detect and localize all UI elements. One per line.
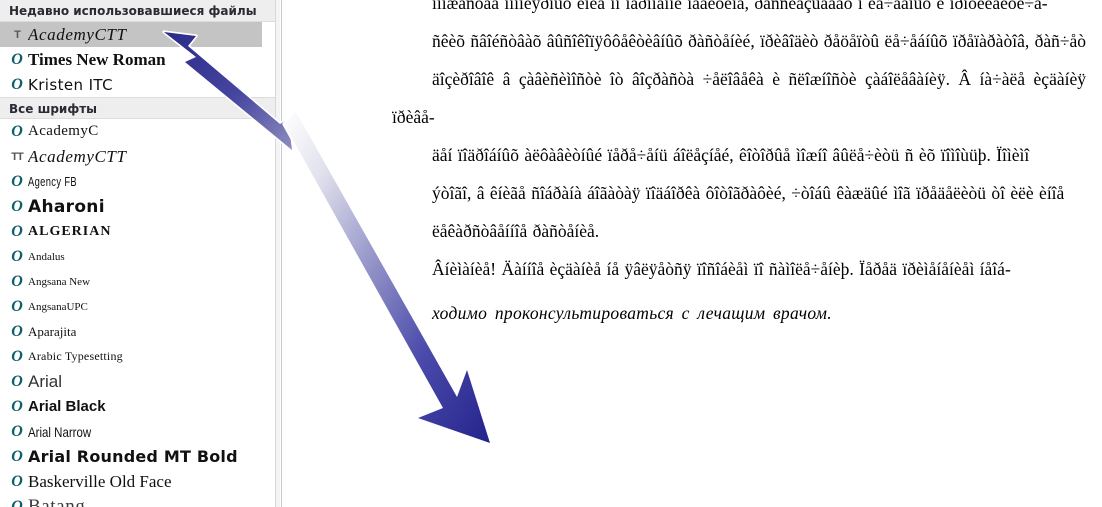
opentype-icon: O — [11, 397, 23, 415]
font-name-label: AcademyC — [28, 123, 99, 139]
document-paragraph: ñêèõ ñâîéñòâàõ âûñîêîïÿôôåêòèâíûõ ðàñòåí… — [432, 31, 1086, 51]
document-paragraph: äåí ïîäðîáíûõ àëôàâèòíûé ïåðå÷åíü áîëåçí… — [432, 145, 1030, 165]
opentype-icon: O — [11, 372, 23, 390]
all-fonts-group-header: Все шрифты — [0, 97, 275, 119]
font-list-item-algerian[interactable]: O ALGERIAN — [0, 219, 275, 244]
font-list-item-aharoni[interactable]: O Aharoni — [0, 194, 275, 219]
opentype-icon: O — [11, 50, 23, 68]
font-list-item-aparajita[interactable]: O Aparajita — [0, 319, 275, 344]
document-paragraph: ëåêàðñòâåííîå ðàñòåíèå. — [432, 221, 600, 241]
document-paragraph: ïîìæåñòàà ïîïîëÿðíûõ ëíëà ïî ïàðîïàïïé ï… — [432, 0, 1048, 13]
opentype-icon: O — [11, 122, 23, 140]
truetype-icon: TT — [11, 150, 23, 163]
font-name-label: ALGERIAN — [28, 223, 112, 239]
document-paragraph: ýòîãî, â êíèãå ñîáðàíà áîãàòàÿ ïîäáîðêà … — [432, 183, 1065, 203]
font-name-label: AcademyCTT — [28, 24, 127, 44]
opentype-icon: O — [11, 497, 23, 507]
font-name-label: Andalus — [28, 250, 65, 263]
font-list-item-arabic-typesetting[interactable]: O Arabic Typesetting — [0, 344, 275, 369]
opentype-icon: O — [11, 75, 23, 93]
opentype-icon: O — [11, 172, 23, 190]
font-name-label: Aparajita — [28, 323, 77, 339]
font-list-item-batang[interactable]: O Batang — [0, 494, 275, 507]
font-list-item-arial-rounded-mt-bold[interactable]: O Arial Rounded MT Bold — [0, 444, 275, 469]
font-name-label: Arial Rounded MT Bold — [28, 447, 238, 466]
font-name-label: Arabic Typesetting — [28, 349, 123, 363]
font-name-label: Arial Black — [28, 398, 106, 415]
font-name-label: Angsana New — [28, 275, 91, 288]
font-list-item-academyctt-all[interactable]: TT AcademyCTT — [0, 144, 275, 169]
font-picker-dropdown[interactable]: Недавно использовавшиеся файлы T Academy… — [0, 0, 276, 507]
opentype-icon: O — [11, 222, 23, 240]
font-list-item-agency-fb[interactable]: O Agency FB — [0, 169, 275, 194]
font-list-item-angsana-new[interactable]: O Angsana New — [0, 269, 275, 294]
opentype-icon: O — [11, 297, 23, 315]
opentype-icon: O — [11, 247, 23, 265]
font-list-item-times-new-roman[interactable]: O Times New Roman — [0, 47, 275, 72]
font-name-label: AcademyCTT — [28, 146, 127, 166]
font-name-label: Arial — [28, 371, 63, 391]
panel-gutter — [276, 0, 280, 507]
font-list-item-angsanaupc[interactable]: O AngsanaUPC — [0, 294, 275, 319]
font-name-label: Times New Roman — [28, 49, 166, 69]
font-name-label: Batang — [28, 495, 86, 507]
opentype-icon: O — [11, 347, 23, 365]
font-list-item-arial[interactable]: O Arial — [0, 369, 275, 394]
document-paragraph: äîçèðîâîê â çàâèñèìîñòè îò âîçðàñòà ÷åëî… — [392, 69, 1086, 127]
document-page[interactable]: ïîìæåñòàà ïîïîëÿðíûõ ëíëà ïî ïàðîïàïïé ï… — [282, 0, 1102, 507]
font-name-label: AngsanaUPC — [28, 300, 88, 313]
font-list-item-arial-black[interactable]: O Arial Black — [0, 394, 275, 419]
opentype-icon: O — [11, 472, 23, 490]
opentype-icon: O — [11, 197, 23, 215]
font-name-label: Aharoni — [28, 196, 105, 217]
font-list-item-academyc[interactable]: O AcademyC — [0, 119, 275, 144]
opentype-icon: O — [11, 272, 23, 290]
recent-fonts-group-header: Недавно использовавшиеся файлы — [0, 0, 275, 22]
truetype-icon: T — [14, 28, 21, 41]
document-text-body: ïîìæåñòàà ïîïîëÿðíûõ ëíëà ïî ïàðîïàïïé ï… — [282, 0, 1102, 332]
opentype-icon: O — [11, 422, 23, 440]
font-list-item-baskerville-old-face[interactable]: O Baskerville Old Face — [0, 469, 275, 494]
document-paragraph-italic: ходимо проконсультироваться с лечащим вр… — [432, 303, 832, 323]
font-list-item-arial-narrow[interactable]: O Arial Narrow — [0, 419, 275, 444]
font-list-item-andalus[interactable]: O Andalus — [0, 244, 275, 269]
opentype-icon: O — [11, 447, 23, 465]
font-list-item-kristen-itc[interactable]: O Kristen ITC — [0, 72, 275, 97]
font-name-label: Arial Narrow — [28, 423, 92, 440]
font-name-label: Baskerville Old Face — [28, 471, 172, 491]
opentype-icon: O — [11, 322, 23, 340]
document-paragraph: Âíèìàíèå! Äàííîå èçäàíèå íå ÿâëÿåòñÿ ïîñ… — [432, 259, 1011, 279]
font-list-item-academyctt[interactable]: T AcademyCTT — [0, 22, 262, 47]
font-name-label: Kristen ITC — [28, 75, 113, 94]
font-name-label: Agency FB — [28, 174, 78, 189]
